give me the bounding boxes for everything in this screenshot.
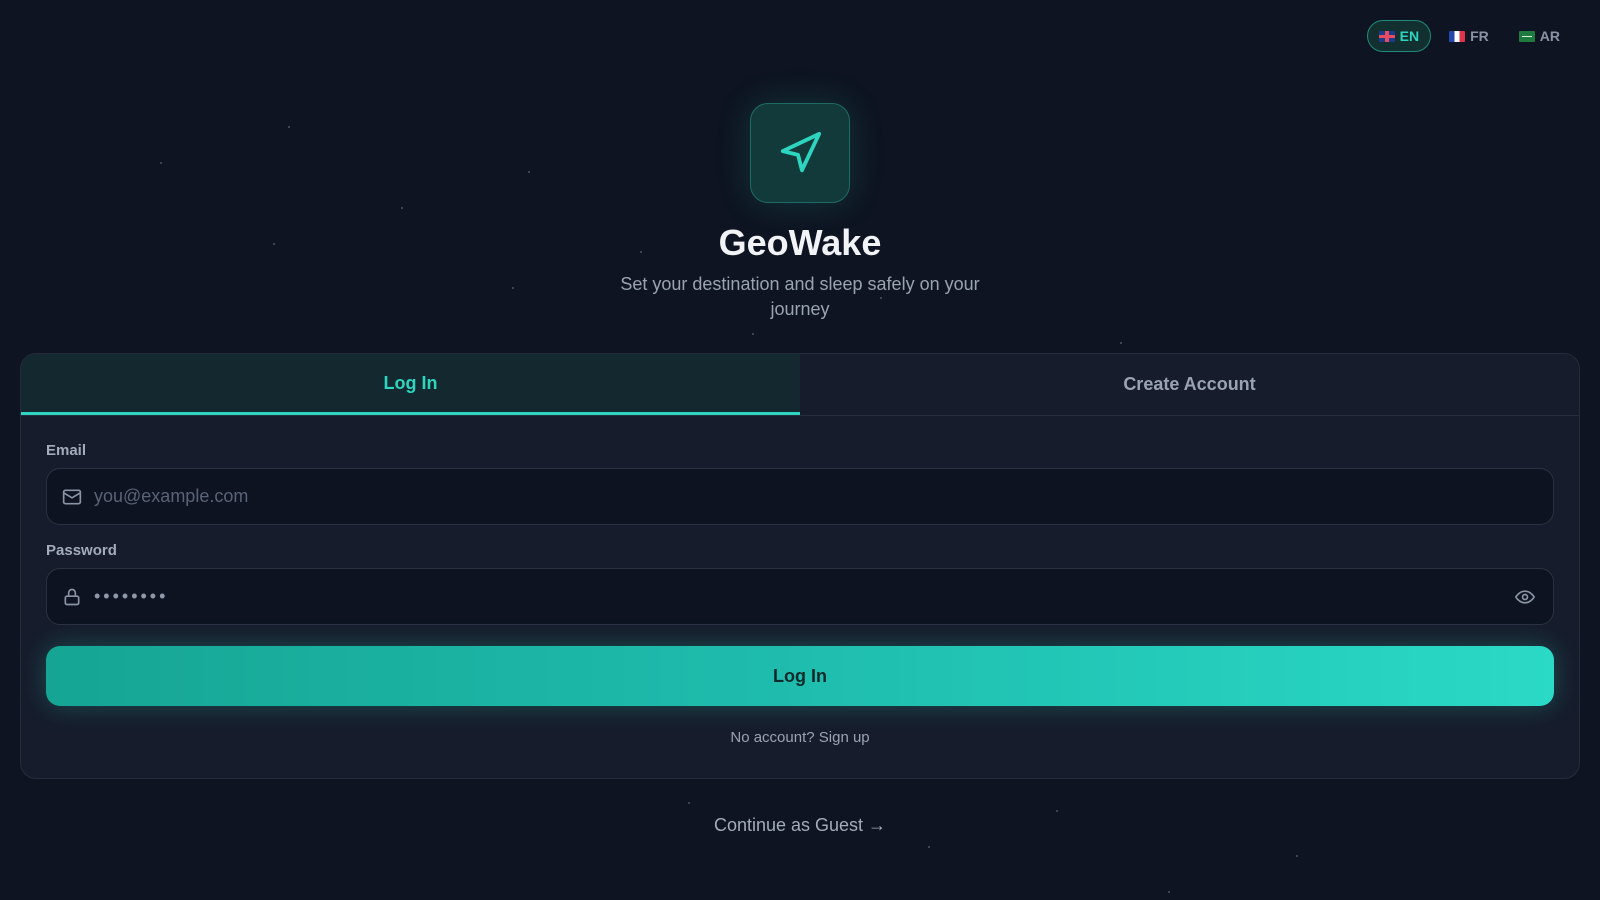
login-page: EN FR AR GeoWake Set your destination an… — [0, 0, 1600, 900]
sign-up-link[interactable]: Sign up — [819, 729, 870, 746]
star — [401, 207, 403, 209]
language-code: AR — [1539, 28, 1560, 44]
mail-icon — [62, 487, 82, 507]
star — [928, 846, 930, 848]
eye-icon[interactable] — [1511, 583, 1539, 611]
star — [288, 126, 290, 128]
signup-prompt: No account? Sign up — [21, 729, 1579, 746]
star — [752, 333, 754, 335]
language-option-en[interactable]: EN — [1366, 20, 1432, 52]
signup-prefix: No account? — [730, 729, 815, 746]
star — [1120, 342, 1122, 344]
gb-flag-icon — [1378, 30, 1395, 42]
email-label: Email — [46, 442, 87, 459]
password-field-wrapper — [46, 568, 1554, 625]
star — [1296, 855, 1298, 857]
star — [160, 162, 162, 164]
lock-icon — [62, 587, 82, 607]
star — [1056, 810, 1058, 812]
star — [512, 287, 514, 289]
continue-as-guest-link[interactable]: Continue as Guest → — [0, 815, 1600, 836]
navigation-arrow-icon — [777, 130, 823, 176]
sa-flag-icon — [1518, 30, 1535, 42]
email-field[interactable] — [94, 486, 1553, 507]
email-field-wrapper — [46, 468, 1554, 525]
password-label: Password — [46, 542, 117, 559]
fr-flag-icon — [1449, 30, 1466, 42]
star — [688, 802, 690, 804]
star — [1168, 891, 1170, 893]
language-code: EN — [1399, 28, 1420, 44]
language-option-fr[interactable]: FR — [1437, 20, 1501, 52]
tab-create-account[interactable]: Create Account — [800, 354, 1579, 415]
password-field[interactable] — [94, 586, 1511, 607]
auth-card: Log In Create Account Email Password — [20, 353, 1580, 779]
language-option-ar[interactable]: AR — [1507, 20, 1572, 52]
auth-tabs: Log In Create Account — [21, 354, 1579, 416]
language-code: FR — [1470, 28, 1489, 44]
log-in-button[interactable]: Log In — [46, 646, 1554, 706]
app-subtitle: Set your destination and sleep safely on… — [620, 274, 980, 319]
language-switcher: EN FR AR — [1366, 20, 1572, 52]
star — [528, 171, 530, 173]
tab-log-in[interactable]: Log In — [21, 354, 800, 415]
app-logo — [750, 103, 850, 203]
app-title: GeoWake — [718, 222, 882, 263]
